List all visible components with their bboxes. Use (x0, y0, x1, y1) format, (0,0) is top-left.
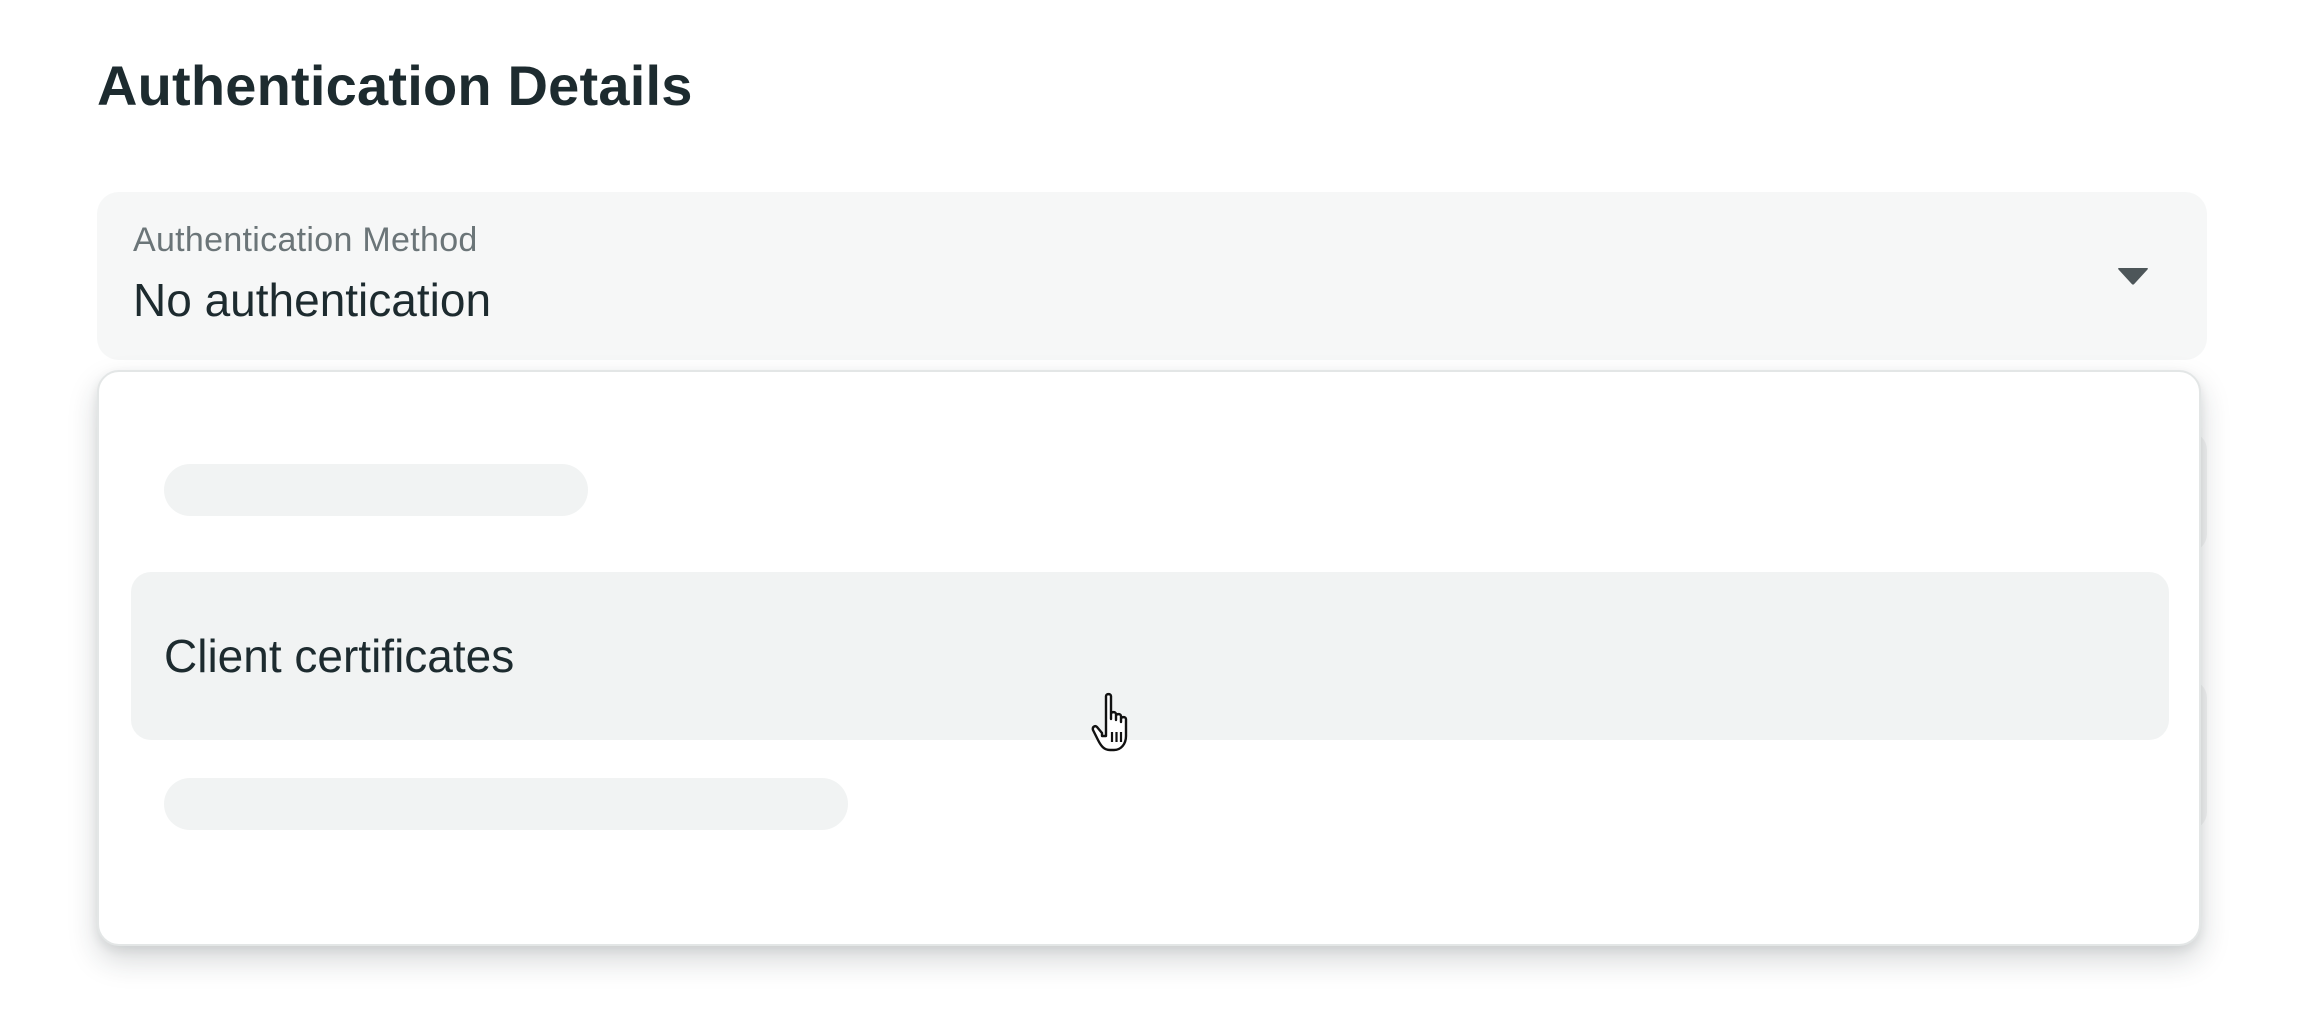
authentication-method-select[interactable]: Authentication Method No authentication (97, 192, 2207, 360)
dropdown-option-label: Client certificates (164, 630, 515, 682)
select-label: Authentication Method (133, 221, 478, 259)
dropdown-option-loading[interactable] (131, 406, 2169, 574)
select-value: No authentication (133, 274, 492, 326)
dropdown-option-loading[interactable] (131, 744, 2169, 912)
skeleton-placeholder (164, 464, 588, 516)
skeleton-placeholder (164, 778, 848, 830)
hand-pointer-icon (1091, 692, 1128, 752)
page-title: Authentication Details (97, 54, 693, 117)
dropdown-option-client-certificates[interactable]: Client certificates (131, 572, 2169, 740)
authentication-method-dropdown: Client certificates (97, 370, 2201, 946)
chevron-down-icon[interactable] (2117, 266, 2149, 286)
